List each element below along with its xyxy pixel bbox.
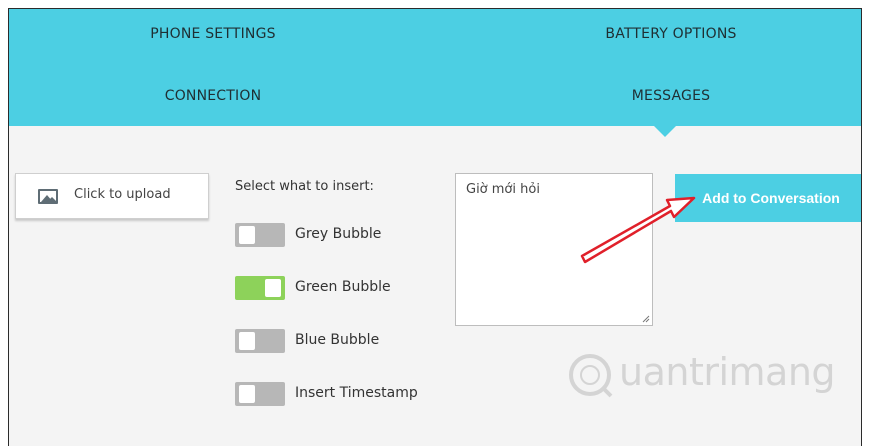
insert-timestamp-label: Insert Timestamp bbox=[295, 385, 418, 401]
watermark-logo: uantrimang bbox=[565, 348, 836, 408]
grey-bubble-toggle[interactable] bbox=[235, 223, 285, 247]
resize-handle-icon[interactable] bbox=[642, 315, 650, 323]
tab-battery-options[interactable]: BATTERY OPTIONS bbox=[471, 26, 861, 42]
insert-timestamp-toggle[interactable] bbox=[235, 382, 285, 406]
watermark-text: uantrimang bbox=[619, 350, 836, 394]
grey-bubble-label: Grey Bubble bbox=[295, 226, 382, 242]
watermark-icon bbox=[569, 354, 613, 398]
active-tab-caret bbox=[654, 126, 676, 137]
green-bubble-label: Green Bubble bbox=[295, 279, 391, 295]
tab-messages[interactable]: MESSAGES bbox=[471, 88, 861, 104]
image-icon bbox=[38, 189, 58, 204]
message-textarea[interactable]: Giờ mới hỏi bbox=[455, 173, 653, 326]
blue-bubble-toggle[interactable] bbox=[235, 329, 285, 353]
green-bubble-toggle[interactable] bbox=[235, 276, 285, 300]
message-text: Giờ mới hỏi bbox=[466, 182, 540, 197]
tab-connection[interactable]: CONNECTION bbox=[13, 88, 413, 104]
insert-section-title: Select what to insert: bbox=[235, 179, 374, 194]
tab-phone-settings[interactable]: PHONE SETTINGS bbox=[13, 26, 413, 42]
upload-label: Click to upload bbox=[74, 187, 171, 202]
upload-button[interactable]: Click to upload bbox=[15, 173, 209, 219]
top-navigation: PHONE SETTINGS BATTERY OPTIONS CONNECTIO… bbox=[9, 9, 861, 126]
add-to-conversation-button[interactable]: Add to Conversation bbox=[675, 174, 861, 222]
blue-bubble-label: Blue Bubble bbox=[295, 332, 380, 348]
